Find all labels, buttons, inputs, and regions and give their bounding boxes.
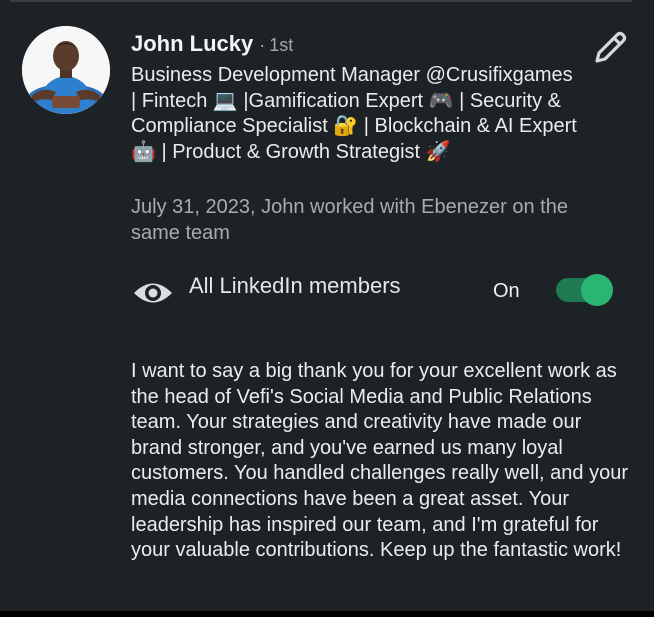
recommender-headline: Business Development Manager @Crusifixga… (131, 64, 577, 163)
avatar[interactable] (22, 26, 110, 114)
visibility-row: All LinkedIn members On (0, 268, 654, 312)
separator-dot: · (259, 35, 266, 55)
recommender-name[interactable]: John Lucky (131, 31, 253, 56)
visibility-toggle[interactable] (556, 274, 615, 306)
relationship-text: July 31, 2023, John worked with Ebenezer… (131, 196, 568, 244)
bottom-bar (0, 611, 654, 617)
recommendation-text: I want to say a big thank you for your e… (131, 360, 628, 562)
profile-photo (22, 26, 110, 114)
header-line: John Lucky · 1st (131, 31, 293, 57)
top-divider (10, 0, 632, 2)
eye-icon (134, 283, 172, 303)
edit-button[interactable] (590, 28, 630, 68)
toggle-state-label: On (493, 280, 520, 302)
connection-degree: 1st (269, 35, 294, 55)
pencil-icon (595, 31, 627, 63)
visibility-label: All LinkedIn members (189, 273, 401, 298)
toggle-knob (581, 274, 613, 306)
